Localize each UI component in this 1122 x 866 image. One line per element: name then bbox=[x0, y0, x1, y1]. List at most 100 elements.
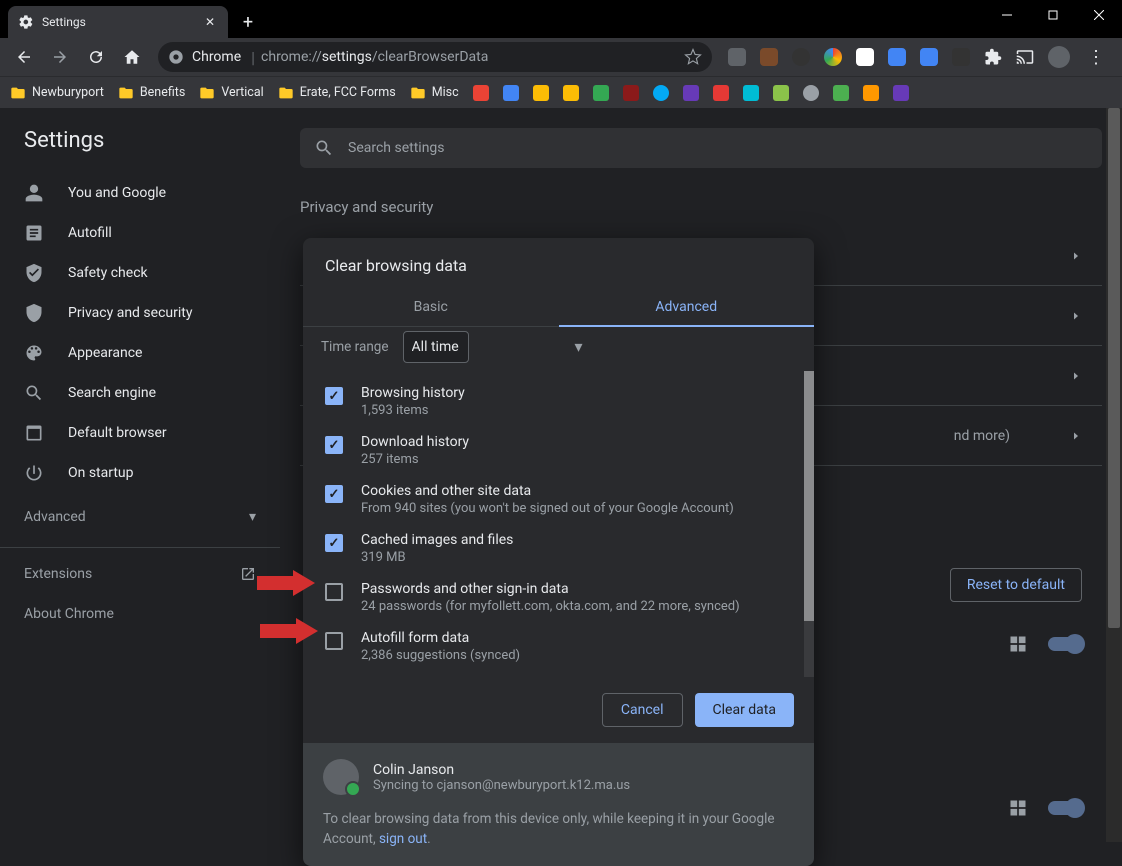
window-controls bbox=[984, 0, 1122, 30]
item-title: Cached images and files bbox=[361, 532, 513, 548]
annotation-arrow bbox=[257, 570, 315, 596]
checkbox[interactable] bbox=[325, 632, 343, 650]
ext-icon[interactable] bbox=[792, 48, 810, 66]
reset-to-default-button[interactable]: Reset to default bbox=[950, 568, 1082, 602]
sidebar-item-search-engine[interactable]: Search engine bbox=[0, 373, 280, 413]
sign-out-link[interactable]: sign out bbox=[379, 831, 427, 847]
time-range-label: Time range bbox=[321, 339, 389, 355]
omnibox-chip: Chrome bbox=[192, 49, 241, 65]
omnibox-url: chrome://settings/clearBrowserData bbox=[261, 49, 488, 65]
clear-data-button[interactable]: Clear data bbox=[695, 693, 794, 727]
bookmark-item[interactable] bbox=[863, 85, 879, 101]
clear-data-item: Cached images and files 319 MB bbox=[303, 524, 814, 573]
clear-data-item: Cookies and other site data From 940 sit… bbox=[303, 475, 814, 524]
chrome-menu-button[interactable]: ⋮ bbox=[1084, 45, 1108, 69]
bookmark-item[interactable] bbox=[893, 85, 909, 101]
back-button[interactable] bbox=[8, 41, 40, 73]
bookmark-item[interactable] bbox=[533, 85, 549, 101]
ext-icon[interactable] bbox=[728, 48, 746, 66]
cancel-button[interactable]: Cancel bbox=[602, 693, 683, 727]
checkbox[interactable] bbox=[325, 583, 343, 601]
sidebar-item-default-browser[interactable]: Default browser bbox=[0, 413, 280, 453]
sidebar-item-safety-check[interactable]: Safety check bbox=[0, 253, 280, 293]
bookmark-item[interactable] bbox=[683, 85, 699, 101]
bookmark-item[interactable] bbox=[653, 85, 669, 101]
maximize-button[interactable] bbox=[1030, 0, 1076, 30]
toggle-switch[interactable] bbox=[1048, 637, 1082, 651]
search-settings-input[interactable]: Search settings bbox=[300, 128, 1102, 168]
sidebar-item-privacy-security[interactable]: Privacy and security bbox=[0, 293, 280, 333]
ext-icon[interactable] bbox=[920, 48, 938, 66]
address-bar[interactable]: Chrome | chrome://settings/clearBrowserD… bbox=[158, 42, 712, 72]
bookmark-item[interactable] bbox=[623, 85, 639, 101]
sidebar-about-link[interactable]: About Chrome bbox=[0, 594, 280, 634]
gear-icon bbox=[18, 14, 34, 30]
sidebar-item-autofill[interactable]: Autofill bbox=[0, 213, 280, 253]
bookmark-item[interactable] bbox=[773, 85, 789, 101]
bookmark-folder[interactable]: Benefits bbox=[118, 85, 185, 101]
close-tab-button[interactable]: ✕ bbox=[202, 14, 218, 30]
grid-icon[interactable] bbox=[1008, 798, 1028, 818]
close-window-button[interactable] bbox=[1076, 0, 1122, 30]
list-scrollbar[interactable] bbox=[804, 371, 814, 677]
ext-icon[interactable] bbox=[952, 48, 970, 66]
bookmark-folder[interactable]: Erate, FCC Forms bbox=[278, 85, 396, 101]
cast-icon[interactable] bbox=[1016, 48, 1034, 66]
item-title: Autofill form data bbox=[361, 630, 520, 646]
bookmark-item[interactable] bbox=[473, 85, 489, 101]
checkbox[interactable] bbox=[325, 485, 343, 503]
sidebar-extensions-link[interactable]: Extensions bbox=[0, 554, 280, 594]
toggle-switch[interactable] bbox=[1048, 801, 1082, 815]
bookmark-item[interactable] bbox=[713, 85, 729, 101]
bookmark-folder[interactable]: Misc bbox=[410, 85, 459, 101]
ext-icon[interactable] bbox=[888, 48, 906, 66]
ext-icon[interactable] bbox=[856, 48, 874, 66]
user-sync-status: Syncing to cjanson@newburyport.k12.ma.us bbox=[373, 778, 630, 793]
bookmark-item[interactable] bbox=[563, 85, 579, 101]
clear-data-item: Passwords and other sign-in data 24 pass… bbox=[303, 573, 814, 622]
time-range-select[interactable]: All time bbox=[403, 331, 469, 363]
checkbox[interactable] bbox=[325, 534, 343, 552]
bookmark-item[interactable] bbox=[503, 85, 519, 101]
clear-browsing-data-dialog: Clear browsing data Basic Advanced Time … bbox=[303, 238, 814, 866]
bookmark-item[interactable] bbox=[803, 85, 819, 101]
launch-icon bbox=[240, 566, 256, 582]
item-title: Cookies and other site data bbox=[361, 483, 734, 499]
bookmark-folder[interactable]: Newburyport bbox=[10, 85, 104, 101]
reload-button[interactable] bbox=[80, 41, 112, 73]
ext-icon[interactable] bbox=[824, 48, 842, 66]
profile-avatar[interactable] bbox=[1048, 46, 1070, 68]
dialog-tabs: Basic Advanced bbox=[303, 289, 814, 327]
item-subtitle: 2,386 suggestions (synced) bbox=[361, 648, 520, 663]
sidebar-advanced-toggle[interactable]: Advanced▾ bbox=[0, 493, 280, 541]
tab-advanced[interactable]: Advanced bbox=[559, 289, 815, 327]
bookmark-star-icon[interactable] bbox=[684, 48, 702, 66]
bookmark-item[interactable] bbox=[593, 85, 609, 101]
chrome-icon bbox=[168, 49, 184, 65]
checkbox[interactable] bbox=[325, 436, 343, 454]
new-tab-button[interactable]: + bbox=[234, 8, 262, 36]
sidebar-item-on-startup[interactable]: On startup bbox=[0, 453, 280, 493]
toolbar: Chrome | chrome://settings/clearBrowserD… bbox=[0, 38, 1122, 76]
settings-sidebar: Settings You and Google Autofill Safety … bbox=[0, 108, 280, 842]
annotation-arrow bbox=[260, 618, 318, 644]
search-icon bbox=[314, 138, 334, 158]
bookmark-folder[interactable]: Vertical bbox=[199, 85, 263, 101]
sidebar-item-you-and-google[interactable]: You and Google bbox=[0, 173, 280, 213]
checkbox[interactable] bbox=[325, 387, 343, 405]
grid-icon[interactable] bbox=[1008, 634, 1028, 654]
home-button[interactable] bbox=[116, 41, 148, 73]
forward-button[interactable] bbox=[44, 41, 76, 73]
sidebar-item-appearance[interactable]: Appearance bbox=[0, 333, 280, 373]
browser-tab[interactable]: Settings ✕ bbox=[8, 6, 228, 38]
ext-icon[interactable] bbox=[760, 48, 778, 66]
page-scrollbar[interactable] bbox=[1106, 108, 1122, 842]
minimize-button[interactable] bbox=[984, 0, 1030, 30]
tab-basic[interactable]: Basic bbox=[303, 289, 559, 326]
bookmark-item[interactable] bbox=[833, 85, 849, 101]
settings-page: Settings You and Google Autofill Safety … bbox=[0, 108, 1122, 842]
bookmark-item[interactable] bbox=[743, 85, 759, 101]
chevron-down-icon: ▾ bbox=[249, 509, 256, 525]
extensions-icon[interactable] bbox=[984, 48, 1002, 66]
bookmarks-bar: Newburyport Benefits Vertical Erate, FCC… bbox=[0, 76, 1122, 108]
